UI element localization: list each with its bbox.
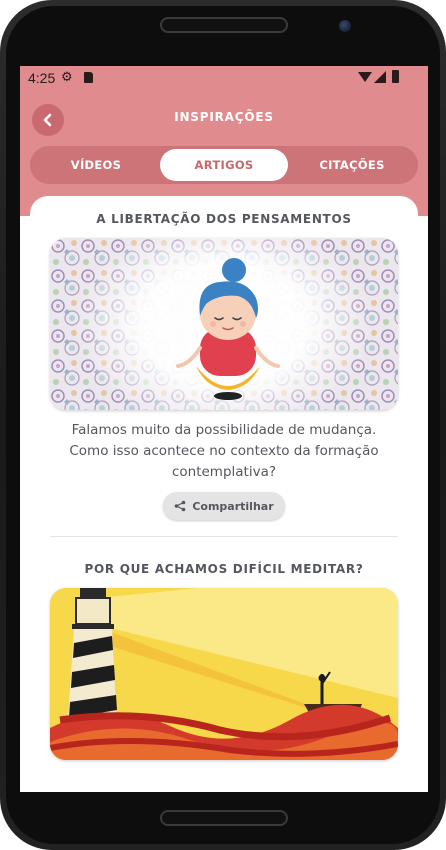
tab-bar: VÍDEOS ARTIGOS CITAÇÕES [30,146,418,184]
signal-icon [374,71,386,83]
settings-gear-icon: ⚙ [61,69,73,84]
bottom-speaker [160,810,288,826]
status-time: 4:25 [28,70,56,86]
wifi-icon [358,72,372,82]
article-title[interactable]: A LIBERTAÇÃO DOS PENSAMENTOS [30,212,418,226]
article-description: Falamos muito da possibilidade de mudanç… [69,422,379,480]
phone-frame: 4:25 ⚙ INSPIRAÇÕES VÍDEOS ARTIGOS CITAÇÕ… [0,0,446,850]
tab-articles[interactable]: ARTIGOS [160,149,288,181]
share-icon [175,500,186,512]
earpiece-speaker [160,17,288,33]
share-button[interactable]: Compartilhar [163,492,285,520]
app-screen: 4:25 ⚙ INSPIRAÇÕES VÍDEOS ARTIGOS CITAÇÕ… [20,66,428,792]
sd-card-icon [84,72,93,83]
share-button-label: Compartilhar [192,499,274,513]
articles-list: A LIBERTAÇÃO DOS PENSAMENTOS Falamos mui… [30,196,418,792]
front-camera [339,20,351,32]
article-divider [50,536,398,537]
article-image[interactable] [50,588,398,760]
article-title[interactable]: POR QUE ACHAMOS DIFÍCIL MEDITAR? [30,562,418,576]
tab-videos[interactable]: VÍDEOS [32,149,160,181]
page-title: INSPIRAÇÕES [174,110,274,124]
meditating-woman-illustration [50,238,398,410]
battery-icon [392,70,399,83]
lighthouse-boat-illustration [50,588,398,760]
tab-quotes[interactable]: CITAÇÕES [288,149,416,181]
status-bar: 4:25 ⚙ [20,66,428,90]
article-image[interactable] [50,238,398,410]
